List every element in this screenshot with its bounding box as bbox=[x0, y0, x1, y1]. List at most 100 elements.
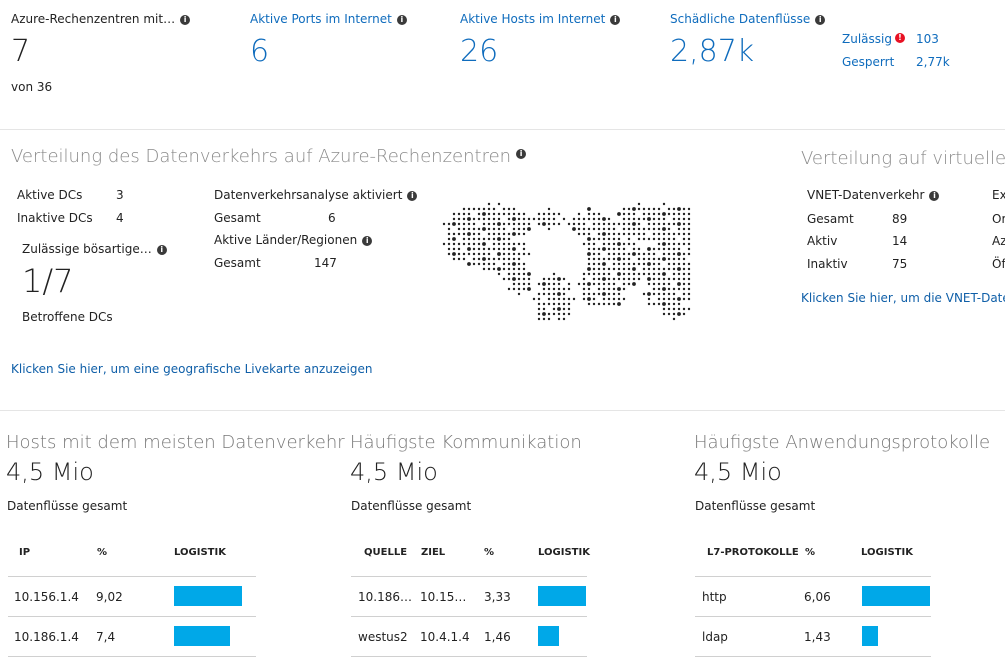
world-map[interactable] bbox=[436, 196, 692, 324]
map-dot bbox=[607, 292, 611, 296]
map-dot bbox=[562, 297, 566, 301]
info-icon[interactable]: i bbox=[516, 149, 527, 159]
map-dot bbox=[587, 242, 591, 246]
map-dot bbox=[557, 212, 561, 216]
map-dot bbox=[517, 262, 521, 266]
map-dot bbox=[607, 277, 611, 281]
map-dot bbox=[477, 242, 481, 246]
cell-destination[interactable]: 10.15… bbox=[420, 590, 466, 604]
map-dot bbox=[652, 232, 656, 236]
map-dot bbox=[582, 272, 586, 276]
map-dot bbox=[667, 312, 671, 316]
map-dot bbox=[512, 257, 516, 261]
info-icon[interactable]: i bbox=[610, 15, 621, 25]
map-dot bbox=[492, 247, 496, 251]
info-icon[interactable]: i bbox=[929, 191, 940, 201]
map-dot bbox=[657, 222, 661, 226]
cell-protocol[interactable]: http bbox=[702, 590, 727, 604]
map-dot bbox=[477, 207, 481, 211]
map-dot bbox=[662, 227, 666, 231]
map-dot bbox=[657, 257, 661, 261]
cell-pct: 9,02 bbox=[96, 590, 123, 604]
kpi-allowed-value[interactable]: 103 bbox=[916, 32, 939, 46]
map-dot bbox=[462, 217, 466, 221]
map-dot bbox=[617, 292, 621, 296]
map-dot bbox=[672, 207, 676, 211]
map-dot bbox=[597, 277, 601, 281]
map-dot bbox=[557, 282, 561, 286]
map-dot bbox=[552, 312, 556, 316]
info-icon[interactable]: i bbox=[362, 236, 373, 246]
map-dot bbox=[662, 232, 666, 236]
map-dot bbox=[522, 217, 526, 221]
map-dot bbox=[592, 212, 596, 216]
map-dot bbox=[682, 307, 686, 311]
map-dot bbox=[662, 217, 666, 221]
map-dot bbox=[452, 222, 456, 226]
kpi-allowed-label[interactable]: Zulässig! bbox=[842, 32, 905, 46]
info-icon[interactable]: i bbox=[815, 15, 826, 25]
tile-protocols-total-label: Datenflüsse gesamt bbox=[695, 499, 816, 513]
map-dot bbox=[592, 222, 596, 226]
map-dot bbox=[472, 227, 476, 231]
map-dot bbox=[497, 212, 501, 216]
map-dot bbox=[532, 217, 536, 221]
kpi-blocked-value[interactable]: 2,77k bbox=[916, 55, 950, 69]
map-dot bbox=[647, 212, 651, 216]
map-dot bbox=[652, 277, 656, 281]
geo-map-link[interactable]: Klicken Sie hier, um eine geografische L… bbox=[11, 362, 373, 376]
info-icon[interactable]: i bbox=[396, 15, 407, 25]
info-icon[interactable]: i bbox=[156, 245, 167, 255]
map-dot bbox=[507, 242, 511, 246]
map-dot bbox=[467, 212, 471, 216]
map-dot bbox=[687, 217, 691, 221]
affected-label: Betroffene DCs bbox=[22, 310, 113, 324]
map-dot bbox=[632, 262, 636, 266]
map-dot bbox=[517, 277, 521, 281]
map-dot bbox=[577, 222, 581, 226]
cell-ip[interactable]: 10.156.1.4 bbox=[14, 590, 79, 604]
kpi-blocked-label[interactable]: Gesperrt bbox=[842, 55, 894, 69]
map-dot bbox=[542, 292, 546, 296]
map-dot bbox=[627, 242, 631, 246]
kpi-hosts-value[interactable]: 26 bbox=[460, 34, 498, 69]
info-icon[interactable]: i bbox=[180, 15, 191, 25]
cell-ip[interactable]: 10.186.1.4 bbox=[14, 630, 79, 644]
map-dot bbox=[552, 217, 556, 221]
kpi-flows-label[interactable]: Schädliche Datenflüsse i bbox=[670, 12, 826, 26]
map-dot bbox=[677, 267, 681, 271]
map-dot bbox=[642, 232, 646, 236]
kpi-ports-label[interactable]: Aktive Ports im Internet i bbox=[250, 12, 407, 26]
map-dot bbox=[617, 247, 621, 251]
row-divider bbox=[351, 576, 587, 577]
map-dot bbox=[677, 282, 681, 286]
info-icon[interactable]: i bbox=[407, 191, 418, 201]
kpi-hosts-label[interactable]: Aktive Hosts im Internet i bbox=[460, 12, 621, 26]
map-dot bbox=[672, 302, 676, 306]
map-dot bbox=[512, 277, 516, 281]
map-dot bbox=[467, 242, 471, 246]
map-dot bbox=[617, 252, 621, 256]
map-dot bbox=[492, 242, 496, 246]
map-dot bbox=[552, 282, 556, 286]
cell-source[interactable]: westus2 bbox=[358, 630, 408, 644]
cell-destination[interactable]: 10.4.1.4 bbox=[420, 630, 470, 644]
kpi-flows-value[interactable]: 2,87k bbox=[670, 34, 754, 69]
kpi-ports-value[interactable]: 6 bbox=[250, 34, 269, 69]
map-dot bbox=[612, 277, 616, 281]
cell-source[interactable]: 10.186… bbox=[358, 590, 412, 604]
vnet-traffic-label: VNET-Datenverkehr i bbox=[807, 188, 940, 202]
cell-protocol[interactable]: ldap bbox=[702, 630, 728, 644]
map-dot bbox=[547, 287, 551, 291]
logistik-bar bbox=[538, 586, 586, 606]
map-dot bbox=[607, 252, 611, 256]
map-dot bbox=[472, 222, 476, 226]
vnet-link[interactable]: Klicken Sie hier, um die VNET-Date bbox=[801, 291, 1005, 305]
countries-label: Aktive Länder/Regionen i bbox=[214, 233, 373, 247]
map-dot bbox=[462, 212, 466, 216]
map-dot bbox=[452, 212, 456, 216]
map-dot bbox=[597, 227, 601, 231]
map-dot bbox=[502, 267, 506, 271]
map-dot bbox=[667, 252, 671, 256]
map-dot bbox=[562, 312, 566, 316]
